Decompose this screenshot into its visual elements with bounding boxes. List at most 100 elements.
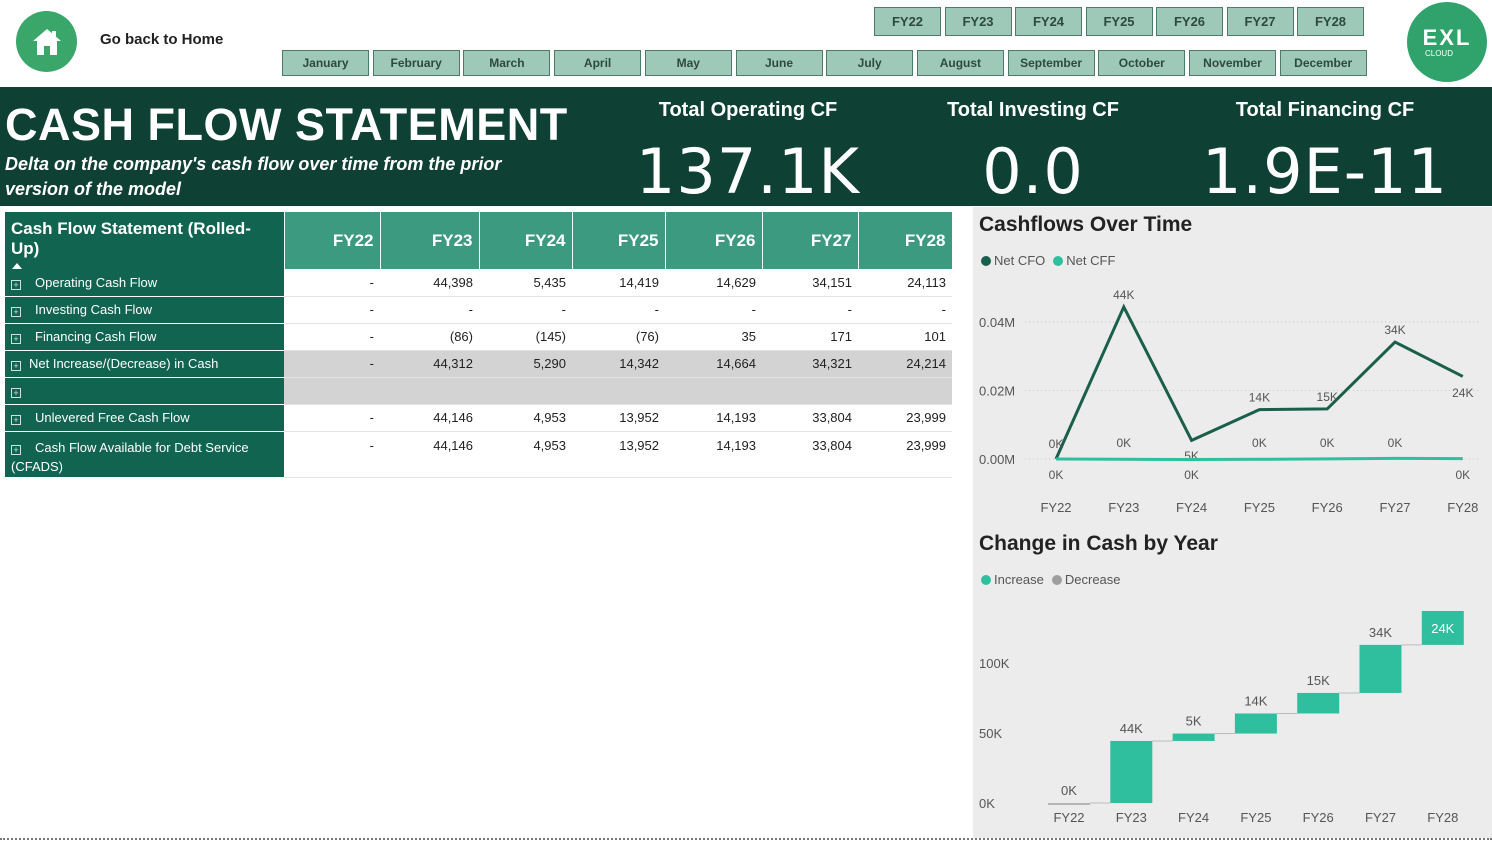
table-cell: 34,321 (762, 350, 858, 378)
expand-row-icon[interactable]: + (11, 361, 21, 371)
table-cell: 34,151 (762, 269, 858, 297)
table-cell: 24,113 (858, 269, 952, 297)
month-slicer-button[interactable]: August (916, 50, 1004, 76)
month-slicer-button[interactable]: May (644, 50, 732, 76)
fy-slicer-button[interactable]: FY22 (874, 7, 941, 36)
table-row: + Financing Cash Flow - (86) (145) (76) 35 171 1… (5, 323, 952, 351)
top-navigation-bar: Go back to Home FY22 FY23 FY24 FY25 FY26 FY27… (0, 0, 1492, 87)
waterfall-bar (1172, 733, 1215, 741)
fy-slicer-button[interactable]: FY23 (944, 7, 1012, 36)
logo-subtext: CLOUD (1424, 48, 1453, 58)
table-cell: - (284, 269, 380, 297)
data-label: 0K (1061, 783, 1077, 798)
expand-row-icon[interactable]: + (11, 279, 21, 290)
table-cell: 4,953 (479, 404, 572, 432)
table-cell: (76) (572, 323, 665, 351)
month-slicer-button[interactable]: July (826, 50, 914, 76)
fy-slicer-button[interactable]: FY25 (1085, 7, 1153, 36)
expand-row-icon[interactable]: + (11, 415, 21, 425)
page-title: CASH FLOW STATEMENT (5, 99, 568, 150)
row-label-text: Financing Cash Flow (35, 329, 157, 344)
column-header[interactable]: FY23 (380, 212, 480, 269)
table-cell: 33,804 (762, 431, 858, 478)
column-header[interactable]: FY25 (572, 212, 666, 269)
kpi-operating-label: Total Operating CF (658, 99, 838, 121)
table-cell: 13,952 (572, 431, 665, 478)
go-back-home-link[interactable]: Go back to Home (100, 31, 223, 48)
table-cell: - (284, 431, 380, 478)
table-cell (572, 377, 665, 405)
table-cell: 5,290 (479, 350, 572, 378)
x-tick-label: FY27 (1365, 810, 1396, 825)
month-slicer-button[interactable]: November (1189, 50, 1276, 76)
table-cell (665, 377, 762, 405)
table-cell: 33,804 (762, 404, 858, 432)
data-label: 15K (1307, 673, 1330, 688)
table-row: + Net Increase/(Decrease) in Cash -44,312 5… (5, 350, 952, 378)
expand-row-icon[interactable]: + (11, 444, 21, 455)
table-cell: - (762, 296, 858, 324)
table-row: + (5, 377, 952, 405)
fy-slicer-button[interactable]: FY28 (1297, 7, 1364, 36)
table-cell: 23,999 (858, 431, 952, 478)
table-cell: - (572, 296, 665, 324)
month-slicer-button[interactable]: April (554, 50, 642, 76)
fy-slicer-button[interactable]: FY24 (1015, 7, 1082, 36)
kpi-investing-label: Total Investing CF (947, 99, 1119, 121)
table-cell: 14,193 (665, 404, 762, 432)
table-cell: (86) (380, 323, 479, 351)
row-label: + Net Increase/(Decrease) in Cash (5, 350, 284, 378)
data-label: 24K (1431, 621, 1454, 636)
month-slicer-button[interactable]: December (1279, 50, 1367, 76)
fy-slicer-button[interactable]: FY27 (1226, 7, 1294, 36)
column-header[interactable]: FY22 (284, 212, 381, 269)
row-label: + Cash Flow Available for Debt Service (C… (5, 431, 284, 478)
change-in-cash-waterfall-chart: 0K 50K 100K 0K FY22 44K FY23 5K FY24 14K FY25 15K FY… (979, 610, 1464, 825)
table-cell: - (284, 350, 380, 378)
column-header[interactable]: FY28 (858, 212, 953, 269)
home-icon (32, 28, 61, 55)
table-cell: - (858, 296, 952, 324)
waterfall-bar (1234, 713, 1277, 734)
table-cell: 23,999 (858, 404, 952, 432)
table-header-row: Cash Flow Statement (Rolled-Up) FY22 FY23… (5, 212, 953, 269)
home-button[interactable] (16, 11, 77, 72)
month-slicer-button[interactable]: January (282, 50, 369, 76)
table-cell (284, 377, 380, 405)
x-tick-label: FY28 (1427, 810, 1458, 825)
x-tick-label: FY24 (1178, 810, 1209, 825)
expand-row-icon[interactable]: + (11, 334, 21, 344)
page-subtitle: Delta on the company's cash flow over ti… (5, 154, 502, 199)
month-slicer-button[interactable]: February (372, 50, 460, 76)
fy-slicer-button[interactable]: FY26 (1156, 7, 1223, 36)
column-header[interactable]: FY24 (479, 212, 573, 269)
matrix-row-header[interactable]: Cash Flow Statement (Rolled-Up) (5, 212, 285, 269)
table-cell: 35 (665, 323, 762, 351)
month-slicer-button[interactable]: October (1098, 50, 1186, 76)
column-header[interactable]: FY27 (762, 212, 859, 269)
table-row: + Unlevered Free Cash Flow -44,146 4,953 13,… (5, 404, 952, 432)
column-header[interactable]: FY26 (665, 212, 763, 269)
table-cell (380, 377, 479, 405)
kpi-operating-value: 137.1K (635, 135, 861, 208)
x-tick-label: FY23 (1116, 810, 1147, 825)
expand-row-icon[interactable]: + (11, 388, 21, 398)
table-row: + Operating Cash Flow -44,398 5,435 14,419 14… (5, 269, 952, 297)
row-label: + (5, 377, 284, 405)
waterfall-bar (1110, 740, 1153, 803)
waterfall-bar (1297, 692, 1340, 714)
table-cell: 13,952 (572, 404, 665, 432)
kpi-financing-value: 1.9E-11 (1201, 135, 1449, 208)
table-cell: 101 (858, 323, 952, 351)
table-cell: - (284, 296, 380, 324)
table-cell: - (284, 323, 380, 351)
row-label: + Unlevered Free Cash Flow (5, 404, 284, 432)
month-slicer-button[interactable]: June (735, 50, 823, 76)
month-slicer-button[interactable]: September (1007, 50, 1095, 76)
table-cell: 14,193 (665, 431, 762, 478)
page-bottom-border (0, 838, 1492, 840)
y-tick-label: 0K (979, 796, 995, 811)
header-banner: CASH FLOW STATEMENT Delta on the company… (0, 87, 1492, 208)
month-slicer-button[interactable]: March (463, 50, 551, 76)
expand-row-icon[interactable]: + (11, 307, 21, 317)
